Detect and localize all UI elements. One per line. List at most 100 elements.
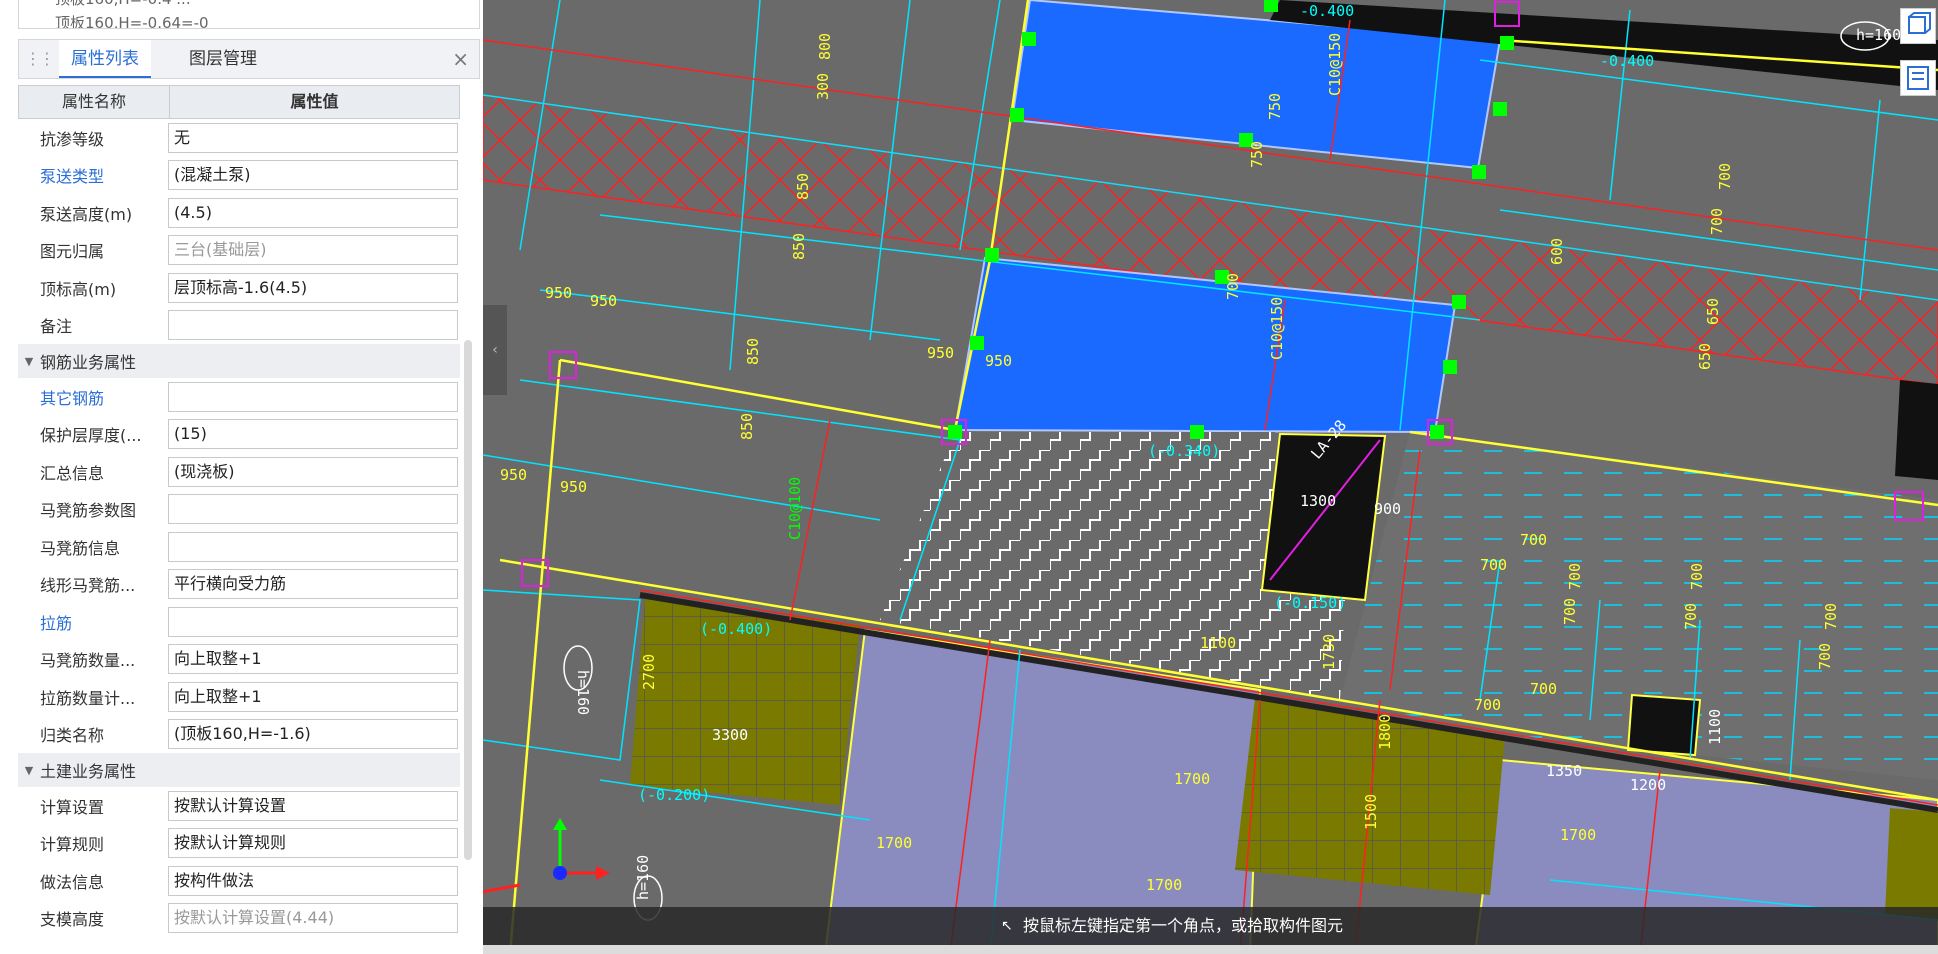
panel-scrollbar[interactable] <box>464 340 472 860</box>
drawing-canvas[interactable]: 800 300 850 850 750 750 C10@150 C10@150 700 700 70… <box>483 0 1938 954</box>
property-name: 计算规则 <box>40 835 105 855</box>
property-value-field[interactable]: 向上取整+1 <box>168 644 458 675</box>
property-name[interactable]: 其它钢筋 <box>18 385 168 409</box>
property-table: 属性名称 属性值 抗渗等级 无泵送类型 (混凝土泵) 泵送高度(m) (4.5) 图元归属… <box>18 85 460 937</box>
property-value-field[interactable]: (4.5) <box>168 197 458 228</box>
close-icon[interactable]: × <box>452 40 469 78</box>
dimension-label: 700 <box>1822 603 1840 630</box>
column-header-name: 属性名称 <box>19 86 170 118</box>
property-name: 拉筋数量计... <box>40 688 136 708</box>
property-row[interactable]: 拉筋 <box>18 603 460 641</box>
property-value-field[interactable] <box>168 494 458 525</box>
dimension-label: 900 <box>1374 500 1401 518</box>
property-row[interactable]: 保护层厚度(... (15) <box>18 416 460 454</box>
dimension-label: 1100 <box>1706 709 1724 745</box>
bottom-toolbar-strip <box>483 945 1938 954</box>
property-name[interactable]: 拉筋 <box>18 610 168 634</box>
tab-property-list[interactable]: 属性列表 <box>59 40 151 78</box>
property-name: 泵送高度(m) <box>40 204 133 224</box>
group-civil-properties[interactable]: ▼ 土建业务属性 <box>18 753 460 787</box>
property-row[interactable]: 马凳筋参数图 <box>18 491 460 529</box>
drag-grip-icon[interactable]: ⋮⋮ <box>25 49 55 68</box>
dimension-label: 800 <box>816 33 834 60</box>
property-row[interactable]: 马凳筋数量... 向上取整+1 <box>18 641 460 679</box>
property-row[interactable]: 备注 <box>18 307 460 345</box>
dimension-label: 950 <box>560 478 587 496</box>
list-view-button[interactable] <box>1900 60 1936 96</box>
property-row[interactable]: 图元归属 三台(基础层) <box>18 232 460 270</box>
property-row[interactable]: 泵送高度(m) (4.5) <box>18 194 460 232</box>
property-row[interactable]: 线形马凳筋... 平行横向受力筋 <box>18 566 460 604</box>
dimension-label: 1300 <box>1300 492 1336 510</box>
property-value-field[interactable]: 按默认计算设置(4.44) <box>168 903 458 934</box>
property-row[interactable]: 汇总信息 (现浇板) <box>18 453 460 491</box>
dimension-label: 750 <box>1266 93 1284 120</box>
property-row[interactable]: 其它钢筋 <box>18 378 460 416</box>
property-name: 马凳筋参数图 <box>40 501 137 521</box>
dimension-label: 850 <box>794 173 812 200</box>
property-value-field[interactable]: (15) <box>168 419 458 450</box>
property-row[interactable]: 马凳筋信息 <box>18 528 460 566</box>
dimension-label: 950 <box>590 292 617 310</box>
dimension-label: 1700 <box>876 834 912 852</box>
dimension-label: 1730 <box>1320 634 1338 670</box>
property-value-field[interactable]: 层顶标高-1.6(4.5) <box>168 272 458 303</box>
dimension-label: h=160 <box>1856 26 1901 44</box>
property-value-field[interactable]: 平行横向受力筋 <box>168 569 458 600</box>
property-value-field[interactable]: 无 <box>168 122 458 153</box>
dimension-label: 850 <box>790 233 808 260</box>
property-row[interactable]: 拉筋数量计... 向上取整+1 <box>18 678 460 716</box>
property-row[interactable]: 计算规则 按默认计算规则 <box>18 825 460 863</box>
previous-list-item: 顶板160,H=-0.64=-0 <box>55 14 209 29</box>
property-value-field[interactable]: 按默认计算设置 <box>168 790 458 821</box>
property-value-field[interactable]: 向上取整+1 <box>168 681 458 712</box>
dimension-label: 1500 <box>1362 794 1380 830</box>
dimension-label: -0.400 <box>1600 52 1654 70</box>
property-row[interactable]: 做法信息 按构件做法 <box>18 862 460 900</box>
property-value-field[interactable] <box>168 310 458 341</box>
dimension-label: 700 <box>1708 208 1726 235</box>
property-value-field[interactable] <box>168 606 458 637</box>
dimension-label: 700 <box>1566 563 1584 590</box>
property-value-field[interactable]: (顶板160,H=-1.6) <box>168 719 458 750</box>
property-row[interactable]: 顶标高(m) 层顶标高-1.6(4.5) <box>18 269 460 307</box>
property-value-field[interactable]: 按默认计算规则 <box>168 828 458 859</box>
property-value-field[interactable]: 三台(基础层) <box>168 235 458 266</box>
property-name: 汇总信息 <box>40 463 105 483</box>
property-row[interactable]: 归类名称 (顶板160,H=-1.6) <box>18 716 460 754</box>
cad-drawing[interactable]: 800 300 850 850 750 750 C10@150 C10@150 700 700 70… <box>483 0 1938 954</box>
dimension-label: 850 <box>744 338 762 365</box>
dimension-label: 300 <box>814 73 832 100</box>
property-name: 顶标高(m) <box>40 279 117 299</box>
property-value-field[interactable]: 按构件做法 <box>168 865 458 896</box>
view-cube-button[interactable] <box>1900 8 1936 44</box>
dimension-label: -0.400 <box>1300 2 1354 20</box>
dimension-label: 1700 <box>1174 770 1210 788</box>
column-header-value: 属性值 <box>290 92 339 111</box>
purple-slab-1 <box>823 628 1262 954</box>
dimension-label: 700 <box>1682 603 1700 630</box>
dimension-label: 650 <box>1696 343 1714 370</box>
property-name: 支模高度 <box>40 910 105 930</box>
dimension-label: (-0.150) <box>1274 594 1346 612</box>
dimension-label: C10@150 <box>1268 297 1286 360</box>
opening-2 <box>1626 693 1702 757</box>
property-name[interactable]: 泵送类型 <box>18 163 168 187</box>
dimension-label: 1700 <box>1146 876 1182 894</box>
collapse-arrow-icon[interactable]: ▼ <box>18 355 40 368</box>
property-row[interactable]: 泵送类型 (混凝土泵) <box>18 157 460 195</box>
property-value-field[interactable] <box>168 531 458 562</box>
property-row[interactable]: 支模高度 按默认计算设置(4.44) <box>18 900 460 938</box>
property-name: 马凳筋数量... <box>40 651 136 671</box>
dimension-label: 700 <box>1520 531 1547 549</box>
group-rebar-properties[interactable]: ▼ 钢筋业务属性 <box>18 344 460 378</box>
dimension-label: C10@150 <box>1326 33 1344 96</box>
property-row[interactable]: 计算设置 按默认计算设置 <box>18 787 460 825</box>
collapse-arrow-icon[interactable]: ▼ <box>18 764 40 777</box>
panel-collapse-button[interactable]: ‹ <box>483 305 507 395</box>
property-value-field[interactable]: (现浇板) <box>168 456 458 487</box>
property-value-field[interactable] <box>168 381 458 412</box>
property-value-field[interactable]: (混凝土泵) <box>168 160 458 191</box>
property-row[interactable]: 抗渗等级 无 <box>18 119 460 157</box>
tab-layer-management[interactable]: 图层管理 <box>177 40 269 78</box>
